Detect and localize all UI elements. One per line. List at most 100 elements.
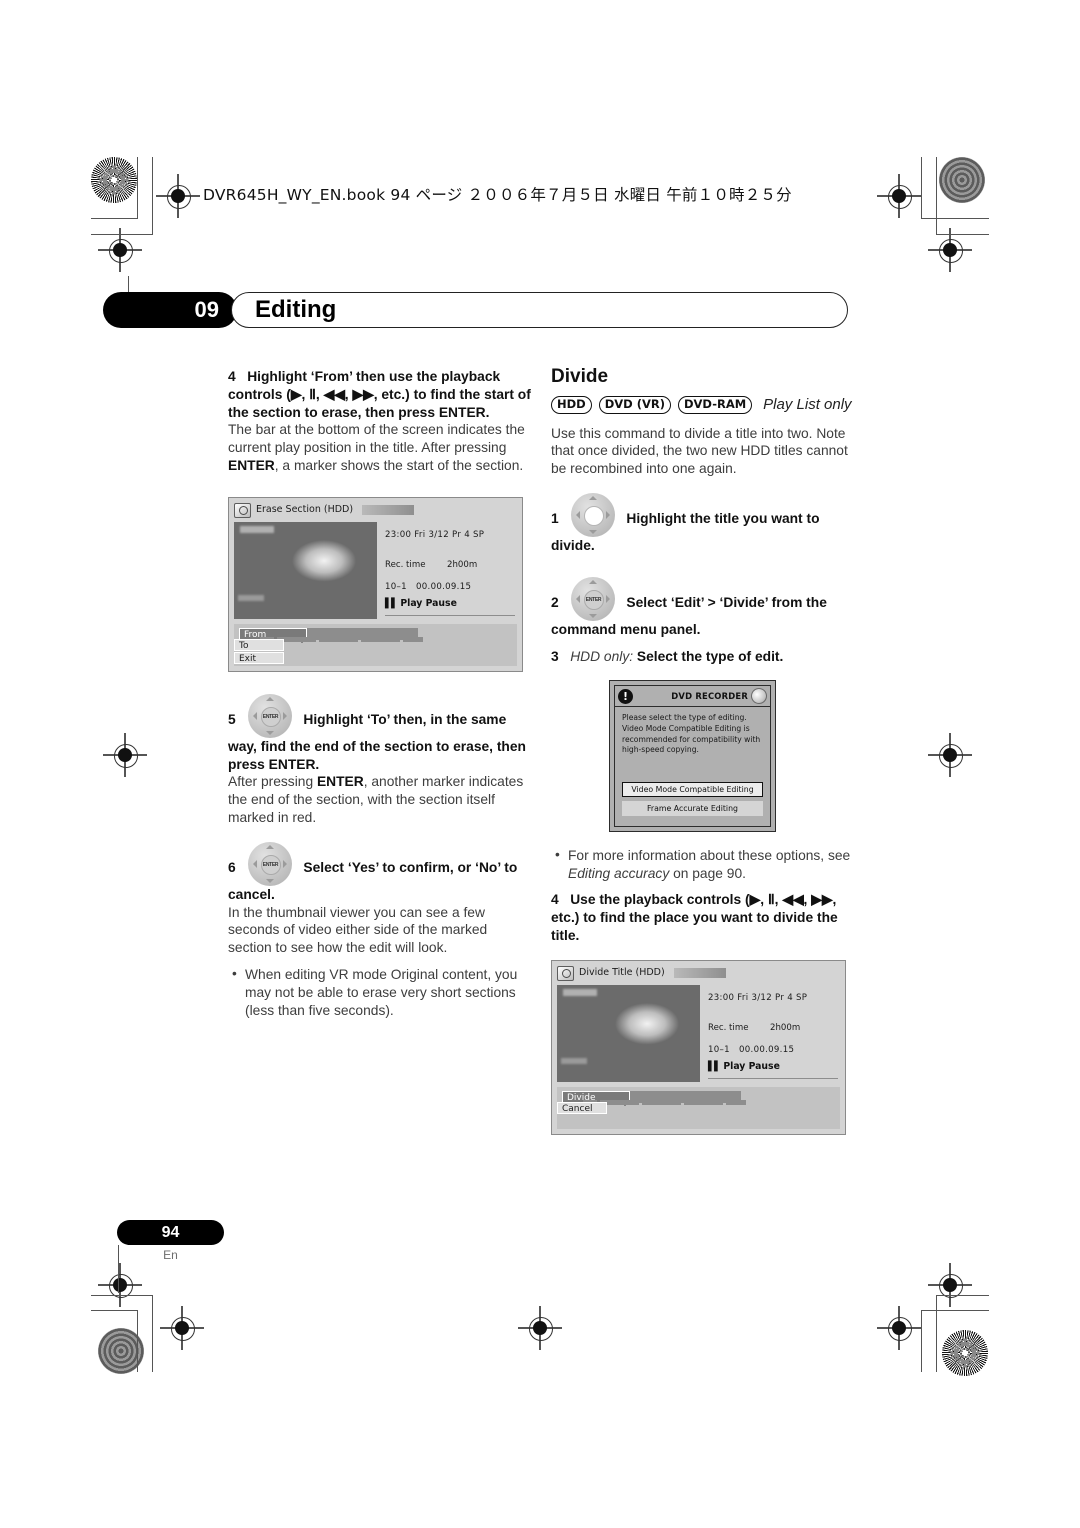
osd-main-2: 23:00 Fri 3/12 Pr 4 SP Rec. time 2h00m 1…: [557, 984, 840, 1082]
dialog-inner: ! DVD RECORDER Please select the type of…: [614, 685, 771, 827]
osd-bottom-bar: From To Exit: [234, 623, 517, 666]
play-state-text: Play Pause: [400, 598, 457, 610]
crop-line-v-bottomleft-inner: [152, 1295, 153, 1372]
step-6-number: 6: [228, 859, 236, 875]
step-3-right: 3 HDD only: Select the type of edit.: [551, 648, 856, 666]
osd-screenshot-divide-title: Divide Title (HDD) 23:00 Fri 3/12 Pr 4 S…: [551, 959, 846, 1135]
step-5-body-a: After pressing: [228, 774, 317, 790]
osd-info-2: 23:00 Fri 3/12 Pr 4 SP Rec. time 2h00m 1…: [708, 985, 840, 1082]
crop-line-h-top-outer: [91, 218, 137, 219]
video-thumbnail: [234, 521, 377, 619]
step-4-body-c: , a marker shows the start of the sectio…: [274, 457, 524, 473]
step-4r-number: 4: [551, 892, 559, 908]
step-3-text: Select the type of edit.: [633, 648, 784, 664]
dvd-recorder-dialog: ! DVD RECORDER Please select the type of…: [609, 680, 776, 832]
crop-line-h-topright-outer: [921, 218, 989, 219]
crosshair-bottom-right: [877, 1306, 921, 1350]
crosshair-bottom-center: [518, 1306, 562, 1350]
disc-icon: [234, 502, 251, 518]
step-4-body-a: The bar at the bottom of the screen indi…: [228, 422, 525, 456]
step-5-body-enter: ENTER: [316, 774, 364, 790]
pause-icon: ▌▌: [385, 598, 398, 610]
section-heading-divide: Divide: [551, 366, 609, 387]
crosshair-top-left: [156, 174, 200, 218]
osd-title-text-2: Divide Title (HDD): [579, 967, 665, 979]
crosshair-right-lower: [928, 1263, 972, 1307]
counter-title: 10–1: [385, 582, 407, 593]
step-2-number: 2: [551, 594, 559, 610]
step-5-body: After pressing ENTER, another marker ind…: [228, 773, 533, 826]
dialog-wrapper: ! DVD RECORDER Please select the type of…: [551, 680, 856, 832]
osd-button-exit[interactable]: Exit: [234, 651, 284, 664]
rec-time-value: 2h00m: [447, 560, 478, 571]
bullet-text-a: For more information about these options…: [568, 847, 851, 863]
crosshair-bottom-left: [160, 1306, 204, 1350]
page-language: En: [163, 1248, 178, 1262]
dialog-button-video-mode-compatible[interactable]: Video Mode Compatible Editing: [622, 781, 763, 797]
bullet-text-b: on page 90.: [669, 865, 746, 881]
dpad-enter-label-3: ENTER: [583, 589, 604, 610]
media-badges: HDD DVD (VR) DVD-RAM Play List only: [551, 395, 856, 414]
dialog-title: DVD RECORDER: [671, 690, 748, 701]
page-title: Editing: [255, 296, 337, 323]
recording-info-line: 23:00 Fri 3/12 Pr 4 SP: [385, 529, 485, 540]
left-column: 4 Highlight ‘From’ then use the playback…: [228, 368, 533, 1019]
osd-title-row: Erase Section (HDD): [234, 502, 517, 518]
dialog-buttons: Video Mode Compatible Editing Frame Accu…: [615, 760, 770, 826]
dpad-enter-icon: ENTER: [244, 693, 296, 738]
osd-title-bar: [362, 505, 415, 516]
badge-dvd-vr: DVD (VR): [598, 395, 671, 414]
dpad-enter-icon-2: ENTER: [244, 841, 296, 886]
crop-line-v-left-outer: [137, 157, 138, 219]
step-6-left: 6 ENTER Select ‘Yes’ to confirm, or ‘No’…: [228, 841, 533, 904]
step-4-body: The bar at the bottom of the screen indi…: [228, 421, 533, 474]
counter-time-2: 00.00.09.15: [739, 1045, 795, 1056]
step-1-right: 1 Highlight the title you want to divide…: [551, 492, 856, 555]
disc-icon-dialog: [748, 686, 770, 707]
osd-button-cancel[interactable]: Cancel: [557, 1101, 607, 1114]
play-state-row-2: ▌▌ Play Pause: [708, 1058, 838, 1079]
chapter-header: 09 Editing: [103, 292, 848, 328]
badge-dvd-ram: DVD-RAM: [677, 395, 753, 414]
osd-main: 23:00 Fri 3/12 Pr 4 SP Rec. time 2h00m 1…: [234, 521, 517, 619]
crop-line-v-right-outer: [921, 157, 922, 219]
dialog-button-frame-accurate[interactable]: Frame Accurate Editing: [622, 800, 763, 816]
crosshair-right-middle: [928, 733, 972, 777]
step-4-body-enter: ENTER: [228, 457, 275, 473]
osd-screenshot-erase-section: Erase Section (HDD) 23:00 Fri 3/12 Pr 4 …: [228, 496, 523, 672]
counter-title-2: 10–1: [708, 1045, 730, 1056]
pause-icon-2: ▌▌: [708, 1061, 721, 1073]
step-4-right: 4 Use the playback controls (▶, Ⅱ, ◀◀, ▶…: [551, 891, 856, 944]
step-4-left: 4 Highlight ‘From’ then use the playback…: [228, 368, 533, 421]
crosshair-left-middle: [103, 733, 147, 777]
osd-bottom-bar-2: Divide Cancel: [557, 1086, 840, 1129]
rec-time-label-2: Rec. time: [708, 1023, 749, 1034]
counter-time: 00.00.09.15: [416, 582, 472, 593]
step-4-text: Highlight ‘From’ then use the playback c…: [228, 369, 531, 420]
badge-note: Play List only: [763, 395, 852, 413]
divide-intro: Use this command to divide a title into …: [551, 425, 848, 477]
osd-title-bar-2: [673, 968, 726, 979]
step-4r-text: Use the playback controls (▶, Ⅱ, ◀◀, ▶▶,…: [551, 892, 838, 943]
exclamation-icon: !: [618, 688, 633, 704]
osd-button-to[interactable]: To: [234, 638, 284, 651]
rec-time-row: Rec. time 2h00m: [385, 557, 517, 575]
crosshair-top-right: [877, 174, 921, 218]
recording-info-line-2: 23:00 Fri 3/12 Pr 4 SP: [708, 992, 808, 1003]
dpad-icon: [567, 492, 619, 537]
step-4-number: 4: [228, 369, 236, 384]
osd-title-text: Erase Section (HDD): [256, 504, 354, 516]
dialog-body-text: Please select the type of editing. Video…: [622, 713, 761, 755]
crop-line-v-bottomleft-outer: [137, 1310, 138, 1372]
crop-line-v-right-inner: [936, 157, 937, 235]
rec-time-row-2: Rec. time 2h00m: [708, 1020, 840, 1038]
crop-line-h-bottom-outer: [91, 1310, 137, 1311]
page-number-badge: 94: [117, 1220, 224, 1245]
osd-chapter-segments: [260, 636, 423, 642]
osd-title-row-2: Divide Title (HDD): [557, 965, 840, 981]
osd-chapter-segments-2: [583, 1099, 746, 1105]
divide-bullets: For more information about these options…: [551, 846, 856, 883]
bullet-item: When editing VR mode Original content, y…: [232, 965, 533, 1019]
step-6-bullets: When editing VR mode Original content, y…: [228, 965, 533, 1019]
dpad-enter-label: ENTER: [260, 706, 281, 727]
